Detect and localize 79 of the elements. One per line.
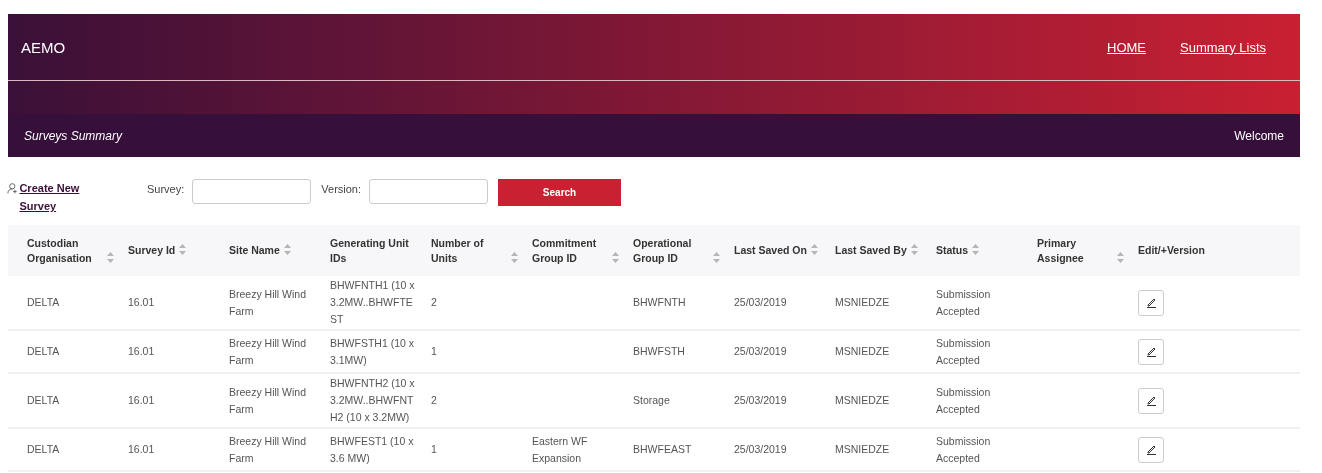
edit-button[interactable] bbox=[1138, 289, 1164, 316]
create-survey-link[interactable]: Create New Survey bbox=[19, 179, 107, 215]
edit-button[interactable] bbox=[1138, 436, 1164, 463]
column-header[interactable]: Commitment Group ID bbox=[532, 235, 608, 266]
brand-logo: AEMO bbox=[21, 38, 66, 56]
table-cell-text: MSNIEDZE bbox=[835, 442, 891, 457]
sort-icon[interactable] bbox=[1117, 251, 1124, 263]
table-cell-text: 25/03/2019 bbox=[734, 442, 788, 457]
welcome-text: Welcome bbox=[1234, 128, 1284, 143]
table-cell-text: 2 bbox=[431, 393, 438, 408]
column-header[interactable]: Operational Group ID bbox=[633, 235, 709, 266]
column-header[interactable]: Site Name bbox=[229, 243, 280, 258]
table-cell-text: 16.01 bbox=[128, 344, 156, 359]
column-header[interactable]: Survey Id bbox=[128, 243, 176, 258]
nav-link[interactable]: Summary Lists bbox=[1180, 39, 1266, 55]
column-header: Edit/+Version bbox=[1138, 243, 1205, 258]
table-cell-text: Breezy Hill Wind Farm bbox=[229, 384, 308, 417]
table-cell-text: 16.01 bbox=[128, 295, 156, 310]
survey-field[interactable] bbox=[192, 179, 312, 204]
table-cell-text: BHWFEST1 (10 x 3.6 MW) bbox=[330, 433, 415, 466]
table-cell-text: Submission Accepted bbox=[936, 433, 992, 466]
table-cell-text: Eastern WF Expansion bbox=[532, 433, 589, 466]
user-add-icon bbox=[7, 182, 19, 195]
table-cell-text: 16.01 bbox=[128, 442, 156, 457]
nav-link[interactable]: HOME bbox=[1107, 39, 1147, 55]
table-cell-text: BHWFNTH2 (10 x 3.2MW..BHWFNTH2 (10 x 3.2MW) bbox=[330, 376, 416, 425]
table-cell-text: 25/03/2019 bbox=[734, 344, 788, 359]
table-cell-text: Submission Accepted bbox=[936, 286, 992, 319]
table-cell-text: 25/03/2019 bbox=[734, 295, 788, 310]
column-header[interactable]: Last Saved By bbox=[835, 243, 907, 258]
edit-button[interactable] bbox=[1138, 387, 1164, 414]
sort-icon[interactable] bbox=[612, 251, 619, 263]
column-header[interactable]: Custodian Organisation bbox=[27, 235, 103, 266]
edit-button[interactable] bbox=[1138, 338, 1164, 365]
table-cell-text: Breezy Hill Wind Farm bbox=[229, 433, 308, 466]
column-header[interactable]: Last Saved On bbox=[734, 243, 807, 258]
survey-label: Survey: bbox=[147, 183, 185, 195]
sort-icon[interactable] bbox=[283, 244, 291, 255]
table-cell-text: BHWFNTH bbox=[633, 295, 687, 310]
table-cell-text: MSNIEDZE bbox=[835, 344, 891, 359]
sort-icon[interactable] bbox=[713, 251, 720, 263]
table-cell-text: DELTA bbox=[27, 442, 61, 457]
column-header[interactable]: Number of Units bbox=[431, 235, 507, 266]
table-cell-text: Storage bbox=[633, 393, 671, 408]
column-header: Generating Unit IDs bbox=[330, 235, 410, 266]
table-cell-text: 25/03/2019 bbox=[734, 393, 788, 408]
table-cell-text: MSNIEDZE bbox=[835, 295, 891, 310]
table-cell-text: 16.01 bbox=[128, 393, 156, 408]
table-cell-text: Breezy Hill Wind Farm bbox=[229, 335, 308, 368]
table-cell-text: BHWFNTH1 (10 x 3.2MW..BHWFTEST bbox=[330, 278, 416, 327]
sort-icon[interactable] bbox=[972, 244, 980, 255]
sort-icon[interactable] bbox=[511, 251, 518, 263]
table-cell-text: 1 bbox=[431, 442, 438, 457]
pencil-icon bbox=[1145, 297, 1157, 308]
table-cell-text: DELTA bbox=[27, 393, 61, 408]
table-cell-text: Submission Accepted bbox=[936, 335, 992, 368]
column-header[interactable]: Primary Assignee bbox=[1037, 235, 1113, 266]
table-cell-text: Breezy Hill Wind Farm bbox=[229, 286, 308, 319]
version-field[interactable] bbox=[369, 179, 489, 204]
table-cell-text: Submission Accepted bbox=[936, 384, 992, 417]
page-title: Surveys Summary bbox=[24, 128, 123, 143]
sort-icon[interactable] bbox=[107, 251, 114, 263]
pencil-icon bbox=[1145, 395, 1157, 406]
column-header[interactable]: Status bbox=[936, 243, 969, 258]
table-cell-text: BHWFEAST bbox=[633, 442, 693, 457]
sort-icon[interactable] bbox=[810, 244, 818, 255]
table-cell-text: BHWFSTH1 (10 x 3.1MW) bbox=[330, 335, 415, 368]
version-label: Version: bbox=[321, 183, 362, 195]
table-cell-text: BHWFSTH bbox=[633, 344, 686, 359]
table-cell-text: DELTA bbox=[27, 295, 61, 310]
table-cell-text: DELTA bbox=[27, 344, 61, 359]
sort-icon[interactable] bbox=[179, 244, 187, 255]
pencil-icon bbox=[1145, 346, 1157, 357]
pencil-icon bbox=[1145, 444, 1157, 455]
table-cell-text: 2 bbox=[431, 295, 438, 310]
search-button[interactable]: Search bbox=[498, 179, 622, 206]
table-cell-text: MSNIEDZE bbox=[835, 393, 891, 408]
sort-icon[interactable] bbox=[910, 244, 918, 255]
table-cell-text: 1 bbox=[431, 344, 438, 359]
